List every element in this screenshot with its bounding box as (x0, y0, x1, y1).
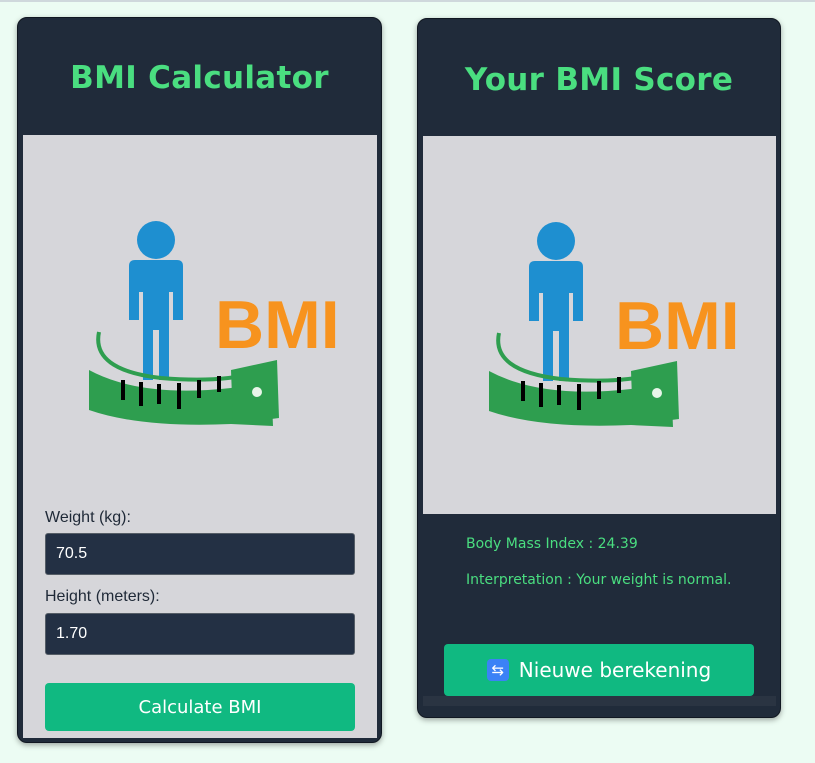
page-top-border (0, 0, 815, 2)
bmi-result-card: Your BMI Score BMI Body Mass Index : 24.… (417, 18, 781, 718)
new-calculation-button[interactable]: ⇆ Nieuwe berekening (444, 644, 754, 696)
interpretation-text: Interpretation : Your weight is normal. (466, 572, 732, 588)
weight-input[interactable] (45, 533, 355, 575)
logo-text: BMI (615, 288, 740, 364)
weight-label: Weight (kg): (45, 509, 131, 526)
height-input[interactable] (45, 613, 355, 655)
bmi-calculator-card: BMI Calculator BMI Weight (kg): Height (… (17, 17, 382, 743)
new-calculation-label: Nieuwe berekening (518, 658, 712, 682)
bmi-logo-icon: BMI (89, 221, 340, 426)
bmi-logo-icon: BMI (489, 222, 740, 427)
calculator-body: BMI Weight (kg): Height (meters): Calcul… (23, 135, 377, 738)
result-title: Your BMI Score (464, 62, 734, 98)
calculate-bmi-button[interactable]: Calculate BMI (45, 683, 355, 731)
logo-text: BMI (215, 287, 340, 363)
repeat-icon: ⇆ (486, 659, 509, 681)
bmi-value-text: Body Mass Index : 24.39 (466, 536, 638, 552)
card-bottom-strip (423, 696, 776, 706)
result-image-panel: BMI (423, 136, 776, 514)
height-label: Height (meters): (45, 588, 160, 605)
calculator-title: BMI Calculator (70, 60, 329, 96)
